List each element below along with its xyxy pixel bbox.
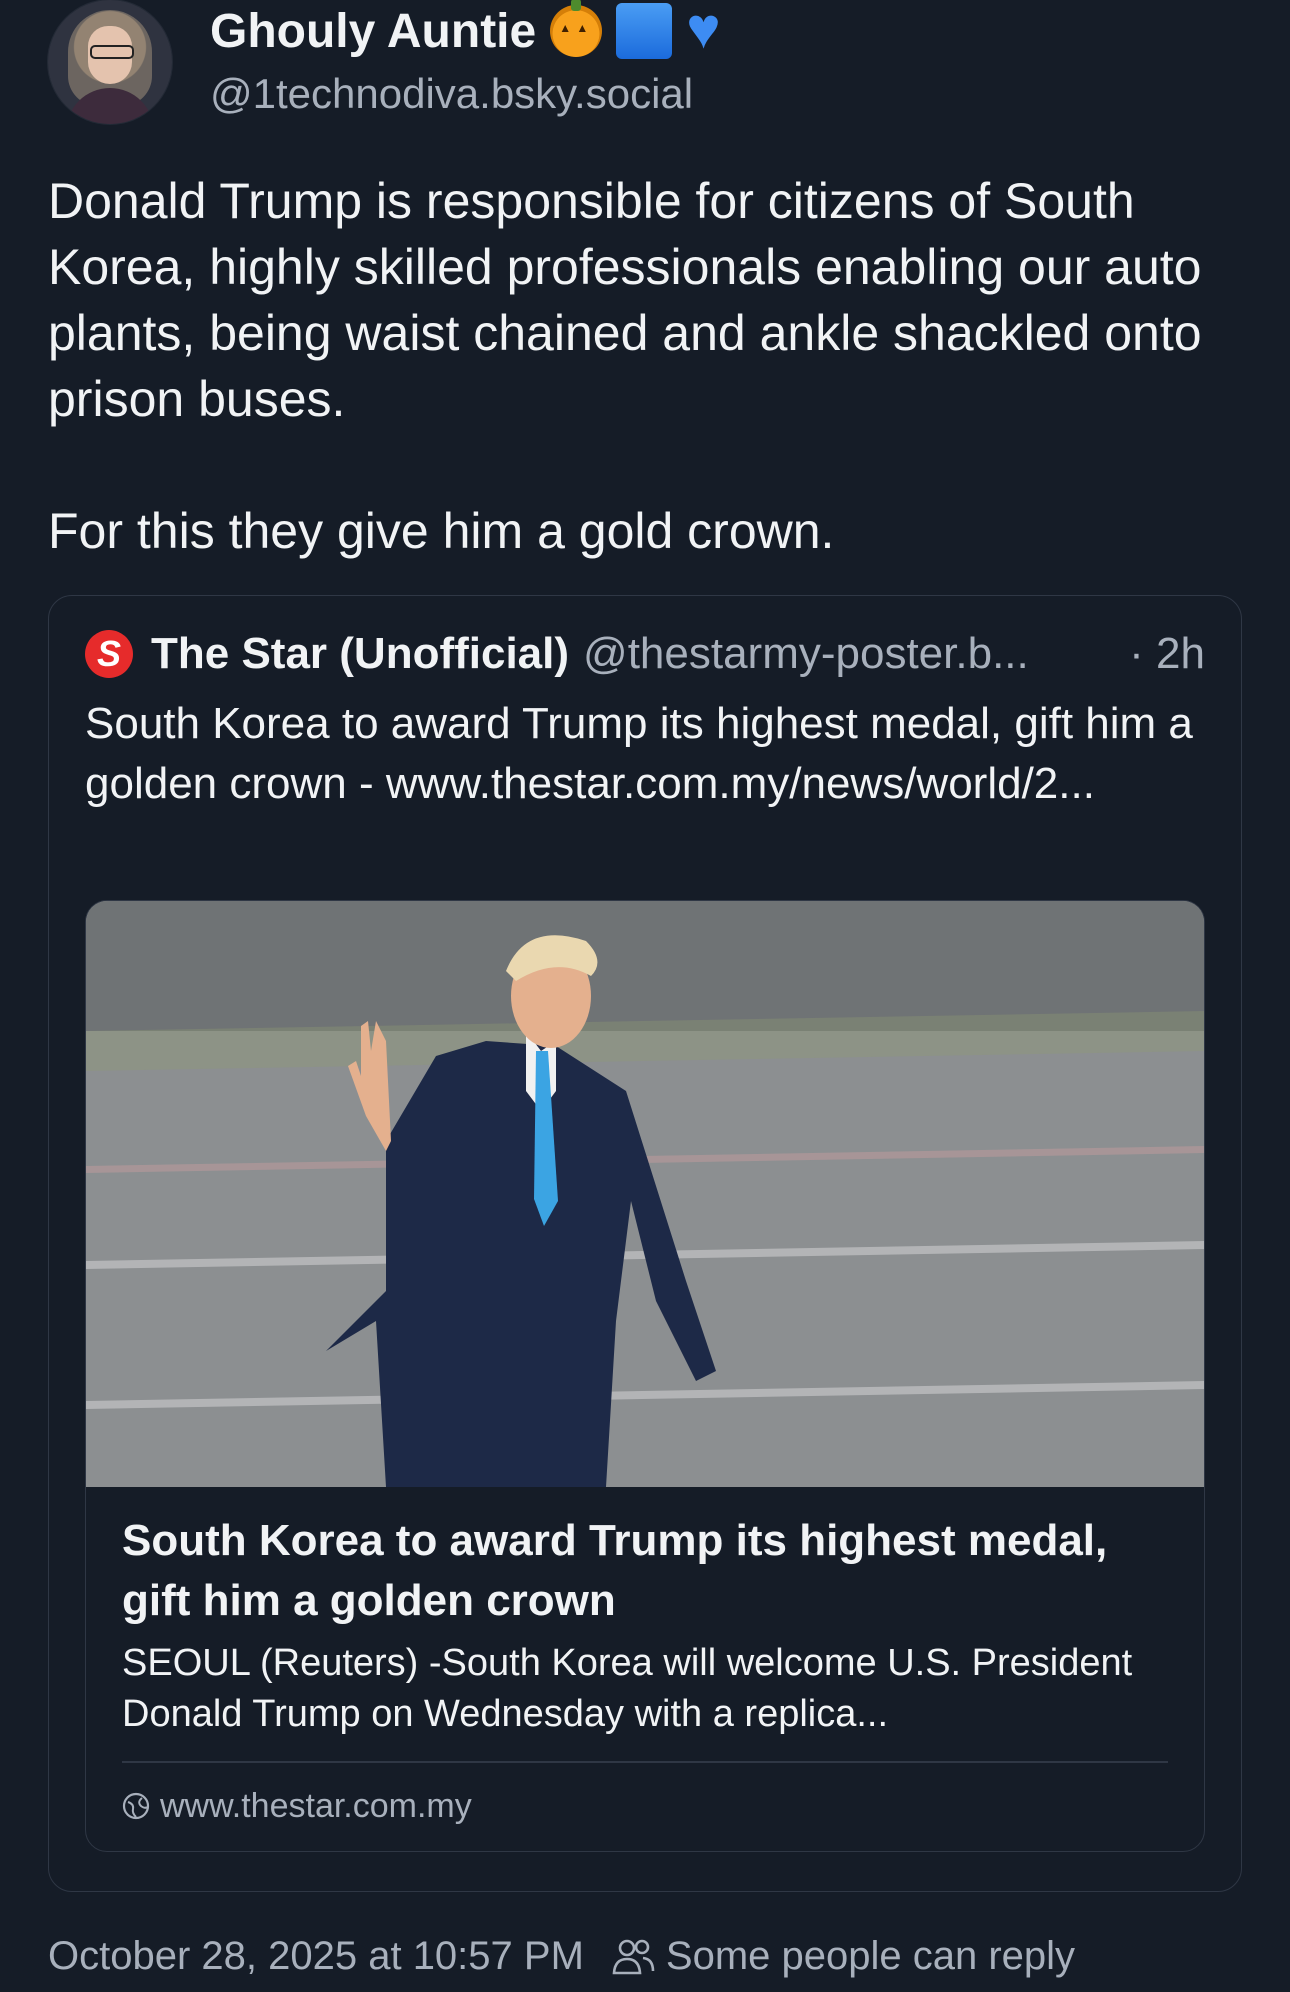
pumpkin-emoji-icon [550,0,603,57]
card-divider [122,1761,1168,1763]
post-timestamp: October 28, 2025 at 10:57 PM [48,1934,584,1978]
article-domain[interactable]: www.thestar.com.my [122,1783,472,1829]
quoted-post-text: South Korea to award Trump its highest m… [85,699,1193,808]
article-description: SEOUL (Reuters) -South Korea will welcom… [122,1642,1133,1735]
post-body: Donald Trump is responsible for citizens… [48,168,1248,564]
author-display-name[interactable]: Ghouly Auntie ♥ [210,0,721,62]
quoted-author-name[interactable]: The Star (Unofficial) [151,629,569,679]
globe-icon [122,1792,150,1820]
blue-heart-emoji-icon: ♥ [686,0,721,61]
post-paragraph-2: For this they give him a gold crown. [48,503,835,559]
author-name-text: Ghouly Auntie [210,4,537,58]
article-photo [86,901,1204,1487]
people-icon [612,1939,655,1974]
author-handle[interactable]: @1technodiva.bsky.social [210,70,693,118]
quoted-author-handle[interactable]: @thestarmy-poster.b... [583,629,1117,679]
reply-setting-text[interactable]: Some people can reply [666,1934,1075,1979]
article-title[interactable]: South Korea to award Trump its highest m… [122,1511,1182,1631]
post-header: Ghouly Auntie ♥ @1technodiva.bsky.social [48,0,1248,130]
quoted-post-time: · 2h [1129,629,1205,678]
quoted-post-header: S The Star (Unofficial) @thestarmy-poste… [85,626,1205,682]
post-paragraph-1: Donald Trump is responsible for citizens… [48,173,1202,427]
post-footer: October 28, 2025 at 10:57 PM Some people… [48,1934,1075,1979]
avatar[interactable] [48,0,172,124]
link-preview-card[interactable]: South Korea to award Trump its highest m… [85,900,1205,1852]
blue-square-emoji-icon [616,3,673,59]
the-star-logo-icon[interactable]: S [85,630,133,678]
article-domain-text: www.thestar.com.my [160,1786,472,1825]
quoted-post[interactable]: S The Star (Unofficial) @thestarmy-poste… [48,595,1242,1892]
